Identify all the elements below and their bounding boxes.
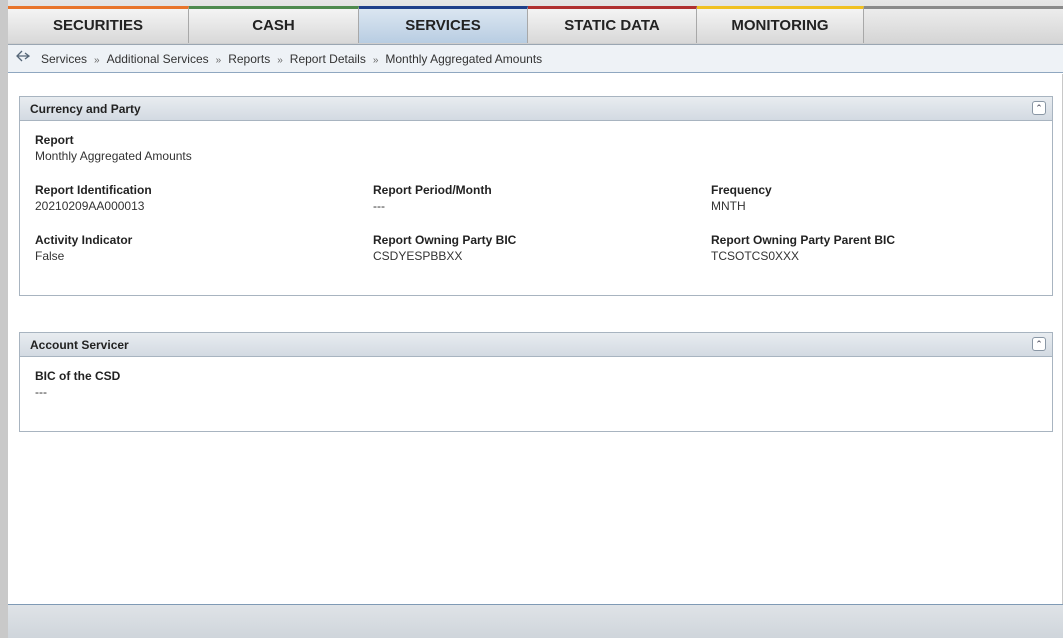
panel-header: Account Servicer ⌃ bbox=[20, 333, 1052, 357]
report-identification-value: 20210209AA000013 bbox=[35, 199, 145, 213]
panel-title: Account Servicer bbox=[30, 338, 129, 352]
report-label: Report bbox=[35, 133, 74, 147]
activity-indicator-value: False bbox=[35, 249, 65, 263]
breadcrumb-separator: » bbox=[94, 55, 100, 66]
tab-cash[interactable]: CASH bbox=[189, 6, 359, 43]
activity-indicator-label: Activity Indicator bbox=[35, 233, 133, 247]
tab-services[interactable]: SERVICES bbox=[359, 6, 528, 43]
account-servicer-panel: Account Servicer ⌃ BIC of the CSD --- bbox=[19, 332, 1053, 432]
frequency-value: MNTH bbox=[711, 199, 746, 213]
breadcrumb: Services » Additional Services » Reports » Rep… bbox=[8, 45, 1063, 73]
panel-title: Currency and Party bbox=[30, 102, 141, 116]
report-field: Report Monthly Aggregated Amounts bbox=[35, 133, 192, 163]
breadcrumb-item-report-details[interactable]: Report Details bbox=[290, 52, 366, 66]
breadcrumb-separator: » bbox=[372, 55, 379, 66]
owning-party-parent-bic-field: Report Owning Party Parent BIC TCSOTCS0X… bbox=[711, 233, 895, 263]
activity-indicator-field: Activity Indicator False bbox=[35, 233, 132, 263]
owning-party-bic-value: CSDYESPBBXX bbox=[373, 249, 463, 263]
report-period-label: Report Period/Month bbox=[373, 183, 492, 197]
tab-static-data[interactable]: STATIC DATA bbox=[528, 6, 697, 43]
tab-monitoring[interactable]: MONITORING bbox=[697, 6, 864, 43]
left-rail bbox=[0, 0, 8, 638]
owning-party-bic-field: Report Owning Party BIC CSDYESPBBXX bbox=[373, 233, 516, 263]
report-identification-field: Report Identification 20210209AA000013 bbox=[35, 183, 152, 213]
breadcrumb-separator: » bbox=[215, 55, 222, 66]
breadcrumb-item-additional-services[interactable]: Additional Services bbox=[107, 52, 209, 66]
breadcrumb-item-current: Monthly Aggregated Amounts bbox=[385, 52, 543, 66]
report-identification-label: Report Identification bbox=[35, 183, 152, 197]
breadcrumb-item-services[interactable]: Services bbox=[41, 52, 87, 66]
csd-bic-label: BIC of the CSD bbox=[35, 369, 121, 383]
status-bar bbox=[8, 604, 1063, 638]
owning-party-bic-label: Report Owning Party BIC bbox=[373, 233, 517, 247]
frequency-label: Frequency bbox=[711, 183, 772, 197]
report-period-field: Report Period/Month --- bbox=[373, 183, 492, 213]
tab-filler bbox=[864, 6, 1063, 43]
owning-party-parent-bic-value: TCSOTCS0XXX bbox=[711, 249, 800, 263]
collapse-icon[interactable]: ⌃ bbox=[1032, 101, 1046, 115]
frequency-field: Frequency MNTH bbox=[711, 183, 772, 213]
top-nav: SECURITIES CASH SERVICES STATIC DATA MON… bbox=[8, 0, 1063, 45]
main-content: Currency and Party ⌃ Report Monthly Aggr… bbox=[8, 74, 1063, 604]
owning-party-parent-bic-label: Report Owning Party Parent BIC bbox=[711, 233, 896, 247]
tab-securities[interactable]: SECURITIES bbox=[8, 6, 189, 43]
back-arrow-icon[interactable] bbox=[16, 50, 31, 65]
report-value: Monthly Aggregated Amounts bbox=[35, 149, 192, 163]
panel-header: Currency and Party ⌃ bbox=[20, 97, 1052, 121]
breadcrumb-item-reports[interactable]: Reports bbox=[228, 52, 270, 66]
breadcrumb-separator: » bbox=[277, 55, 283, 66]
csd-bic-value: --- bbox=[35, 385, 47, 399]
csd-bic-field: BIC of the CSD --- bbox=[35, 369, 120, 399]
currency-party-panel: Currency and Party ⌃ Report Monthly Aggr… bbox=[19, 96, 1053, 296]
report-period-value: --- bbox=[373, 199, 385, 213]
collapse-icon[interactable]: ⌃ bbox=[1032, 337, 1046, 351]
